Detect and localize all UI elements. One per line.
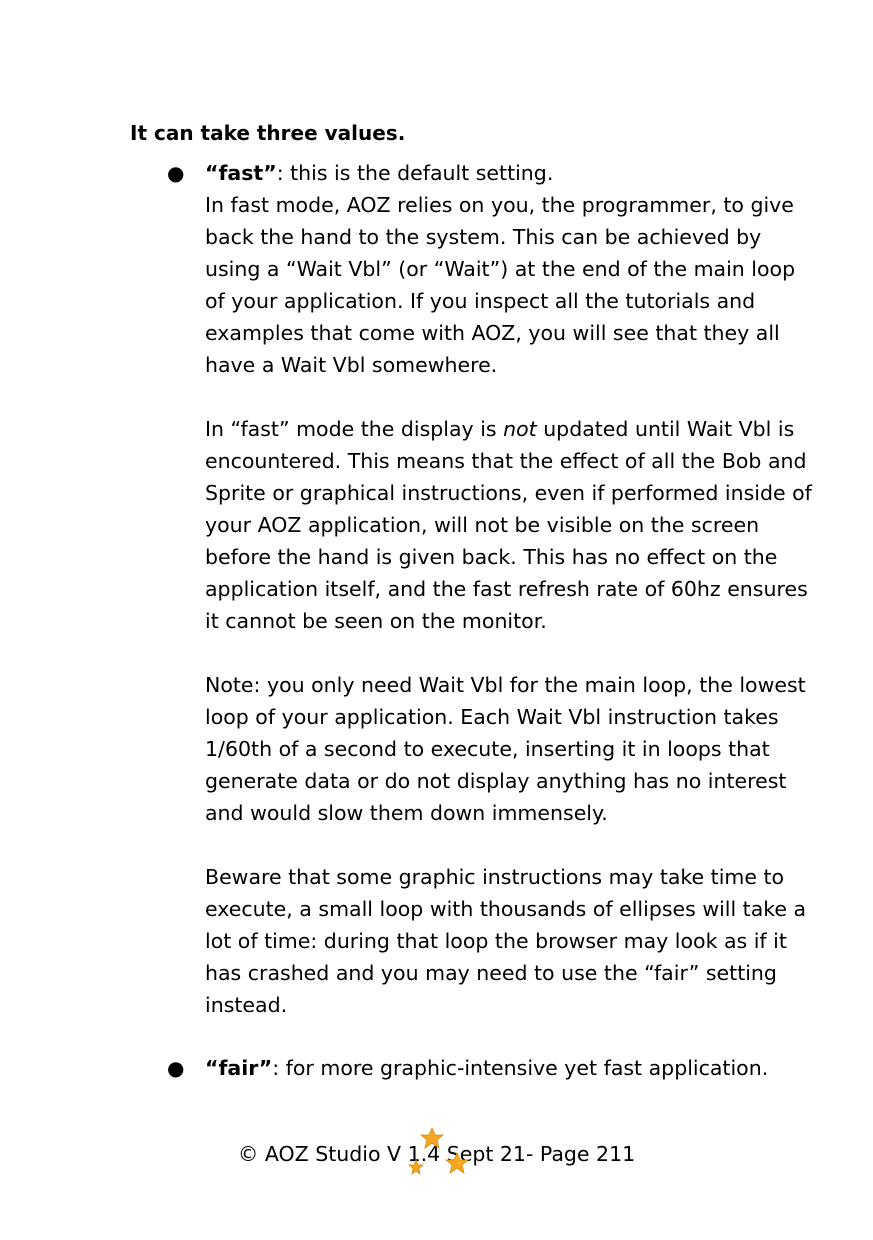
item-intro: “fast”: this is the default setting. (205, 157, 815, 189)
term-description: : this is the default setting. (276, 161, 554, 185)
text-segment: updated until Wait Vbl is encountered. T… (205, 417, 812, 633)
paragraph-note: Note: you only need Wait Vbl for the mai… (205, 673, 806, 825)
bullet-marker: ● (167, 161, 185, 185)
term-description: : for more graphic-intensive yet fast ap… (272, 1056, 769, 1080)
stars-icon (407, 1126, 470, 1175)
paragraph-beware: Beware that some graphic instructions ma… (205, 865, 807, 1017)
star-icon (419, 1126, 445, 1149)
paragraph-fast-mode: In fast mode, AOZ relies on you, the pro… (205, 193, 796, 377)
text-segment: In “fast” mode the display is (205, 417, 504, 441)
item-intro: “fair”: for more graphic-intensive yet f… (205, 1052, 815, 1084)
term-fast: “fast” (205, 161, 277, 185)
paragraph-display-update: In “fast” mode the display is not update… (205, 413, 815, 637)
list-item-fast: “fast”: this is the default setting. In … (205, 157, 815, 1021)
term-fair: “fair” (205, 1056, 273, 1080)
section-heading: It can take three values. (130, 121, 406, 145)
star-icon (444, 1151, 470, 1174)
list-item-fair: “fair”: for more graphic-intensive yet f… (205, 1052, 815, 1084)
bullet-marker: ● (167, 1056, 185, 1080)
star-icon (407, 1158, 425, 1175)
emphasis-not: not (503, 417, 537, 441)
